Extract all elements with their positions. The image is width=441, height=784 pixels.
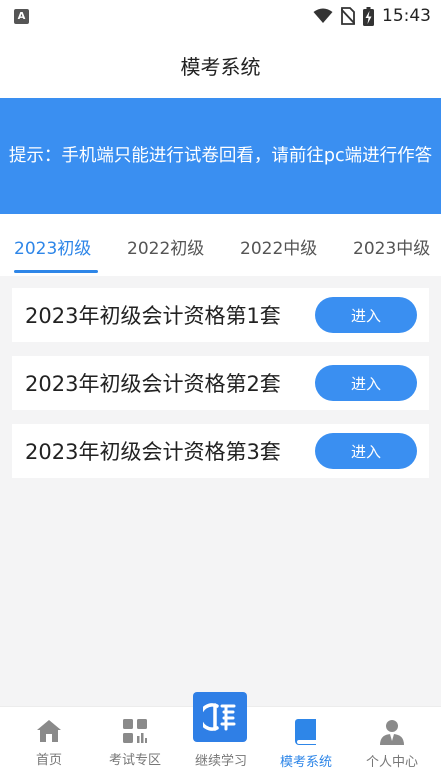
- tab-2022-intermediate[interactable]: 2022中级: [240, 234, 317, 259]
- exam-title: 2023年初级会计资格第1套: [25, 304, 281, 328]
- clock: 15:43: [382, 6, 431, 26]
- page-title: 模考系统: [180, 54, 261, 79]
- grid-icon: [123, 719, 147, 743]
- tab-2023-junior[interactable]: 2023初级: [14, 234, 91, 259]
- notification-app-icon: A: [14, 8, 29, 24]
- nav-exam-zone[interactable]: 考试专区: [92, 719, 178, 768]
- status-bar: A 15:43: [0, 0, 441, 32]
- enter-button[interactable]: 进入: [315, 297, 417, 333]
- enter-button[interactable]: 进入: [315, 365, 417, 401]
- continue-study-button[interactable]: [193, 692, 247, 742]
- no-sim-icon: [341, 7, 355, 25]
- person-icon: [380, 720, 404, 745]
- notice-banner: 提示：手机端只能进行试卷回看，请前往pc端进行作答: [0, 98, 441, 214]
- tab-bar: 2023初级 2022初级 2022中级 2023中级: [0, 214, 441, 276]
- nav-mock-system[interactable]: 模考系统: [263, 719, 349, 770]
- list-item: 2023年初级会计资格第2套 进入: [12, 356, 429, 410]
- list-item: 2023年初级会计资格第1套 进入: [12, 288, 429, 342]
- enter-button[interactable]: 进入: [315, 433, 417, 469]
- book-icon: [295, 719, 316, 745]
- exam-title: 2023年初级会计资格第2套: [25, 372, 281, 396]
- home-icon: [37, 720, 61, 742]
- notice-text: 提示：手机端只能进行试卷回看，请前往pc端进行作答: [8, 145, 433, 166]
- list-item: 2023年初级会计资格第3套 进入: [12, 424, 429, 478]
- app-header: 模考系统: [0, 32, 441, 98]
- exam-list: 2023年初级会计资格第1套 进入 2023年初级会计资格第2套 进入 2023…: [12, 288, 429, 492]
- tab-2023-intermediate[interactable]: 2023中级: [353, 234, 430, 259]
- nav-home-label: 首页: [35, 753, 62, 768]
- nav-profile[interactable]: 个人中心: [349, 719, 435, 770]
- nav-mock-system-label: 模考系统: [279, 755, 332, 770]
- wifi-icon: [313, 8, 333, 23]
- nav-continue-study-label[interactable]: 继续学习: [178, 750, 264, 769]
- active-tab-indicator: [14, 270, 98, 273]
- exam-title: 2023年初级会计资格第3套: [25, 440, 281, 464]
- nav-profile-label: 个人中心: [365, 755, 418, 770]
- nav-home[interactable]: 首页: [6, 719, 92, 768]
- nav-exam-zone-label: 考试专区: [108, 753, 161, 768]
- battery-charging-icon: [363, 6, 374, 26]
- tab-2022-junior[interactable]: 2022初级: [127, 234, 204, 259]
- study-logo-icon: [203, 703, 236, 731]
